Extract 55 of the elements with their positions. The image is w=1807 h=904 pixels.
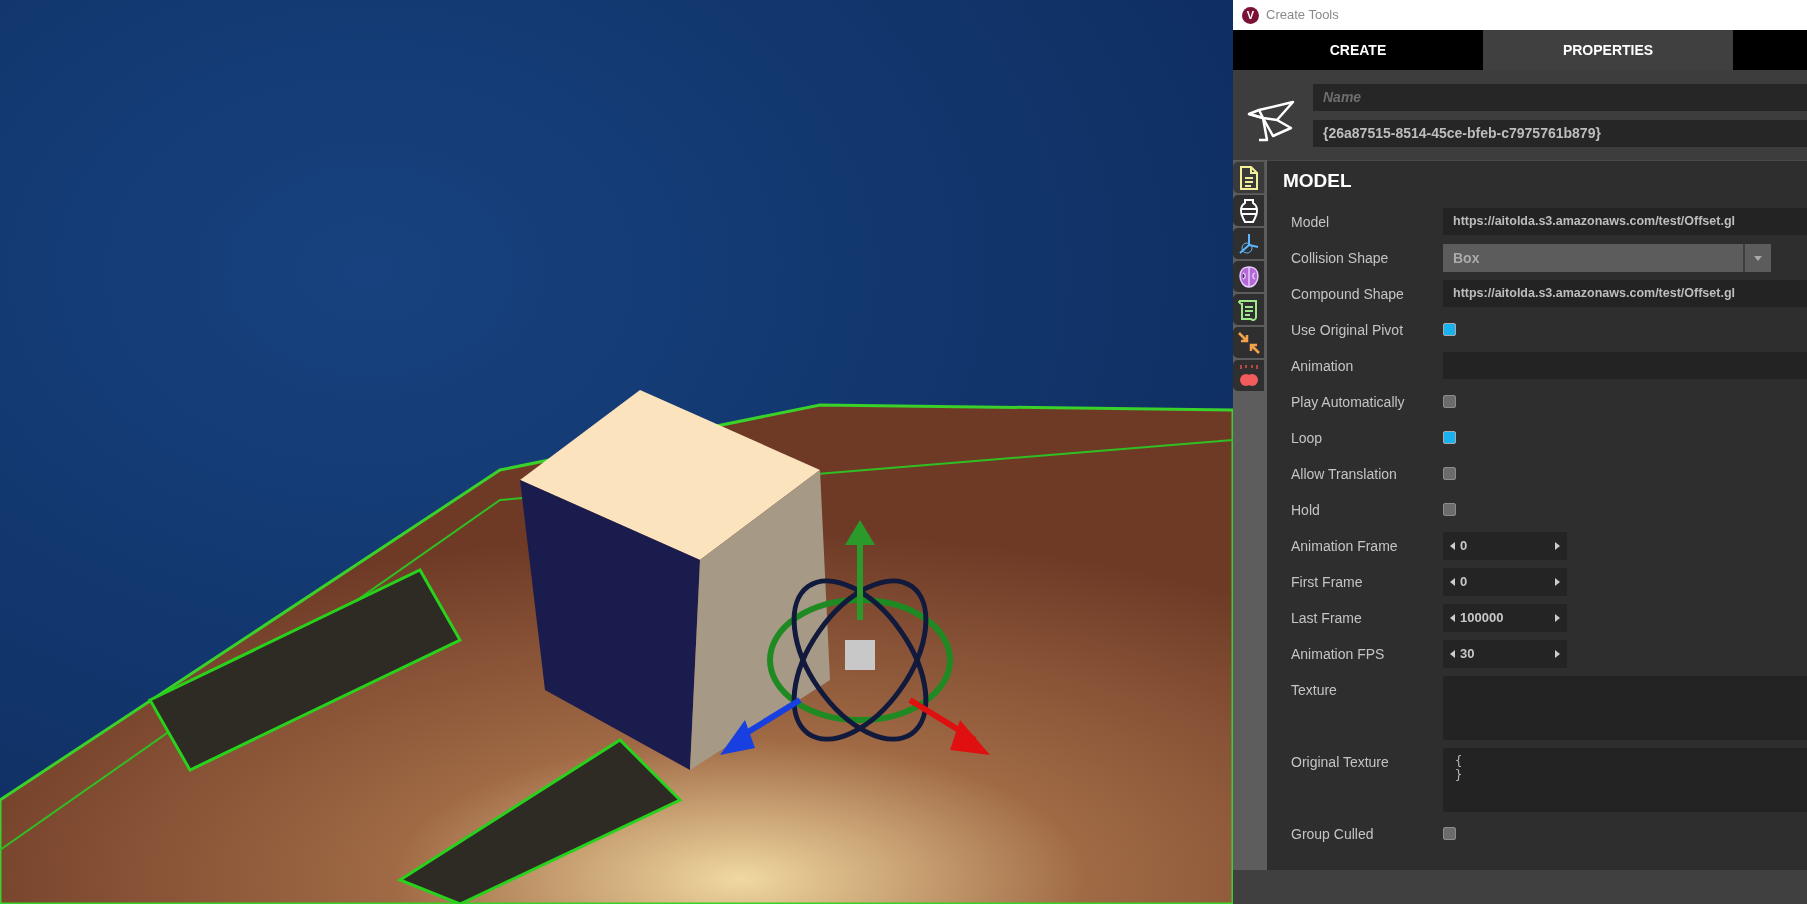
- checkbox[interactable]: [1443, 503, 1456, 516]
- left-arrow-icon: [1449, 541, 1456, 551]
- app-logo: V: [1242, 6, 1259, 24]
- property-label: First Frame: [1290, 573, 1364, 592]
- side-tab[interactable]: [1233, 327, 1264, 358]
- text-field[interactable]: https://aitolda.s3.amazonaws.com/test/Offset.gl: [1443, 280, 1807, 307]
- checkbox[interactable]: [1443, 395, 1456, 408]
- property-label: Play Automatically: [1290, 393, 1406, 412]
- number-field[interactable]: 0: [1443, 532, 1567, 560]
- property-label: Allow Translation: [1290, 465, 1398, 484]
- text-field[interactable]: https://aitolda.s3.amazonaws.com/test/Offset.gl: [1443, 208, 1807, 235]
- left-arrow-icon: [1449, 613, 1456, 623]
- text-area[interactable]: { }: [1443, 748, 1807, 812]
- right-arrow-icon: [1554, 541, 1561, 551]
- right-arrow-icon: [1554, 577, 1561, 587]
- number-field[interactable]: 30: [1443, 640, 1567, 668]
- side-tab[interactable]: [1233, 294, 1264, 325]
- property-label: Loop: [1290, 429, 1324, 448]
- property-label: Hold: [1290, 501, 1321, 520]
- property-label: Compound Shape: [1290, 285, 1405, 304]
- property-label: Texture: [1290, 681, 1338, 700]
- checkbox[interactable]: [1443, 467, 1456, 480]
- left-arrow-icon: [1449, 577, 1456, 587]
- property-label: Original Texture: [1290, 753, 1390, 772]
- number-value: 0: [1459, 573, 1469, 592]
- left-arrow-icon: [1449, 649, 1456, 659]
- property-label: Animation FPS: [1290, 645, 1386, 664]
- arrows-inward-icon: [1235, 329, 1262, 356]
- number-value: 0: [1459, 537, 1469, 556]
- property-label: Animation Frame: [1290, 537, 1399, 556]
- section-title: MODEL: [1283, 169, 1353, 193]
- number-field[interactable]: 0: [1443, 568, 1567, 596]
- property-label: Collision Shape: [1290, 249, 1390, 268]
- window-title: Create Tools: [1266, 6, 1339, 25]
- side-tab[interactable]: [1233, 228, 1264, 259]
- property-label: Animation: [1290, 357, 1355, 376]
- id-field[interactable]: {26a87515-8514-45ce-bfeb-c7975761b879}: [1313, 120, 1807, 147]
- property-label: Model: [1290, 213, 1331, 232]
- number-value: 100000: [1459, 609, 1505, 628]
- property-label: Last Frame: [1290, 609, 1363, 628]
- caret-icon: [1754, 255, 1762, 261]
- right-arrow-icon: [1554, 649, 1561, 659]
- side-tab[interactable]: [1233, 195, 1264, 226]
- property-label: Use Original Pivot: [1290, 321, 1405, 340]
- property-label: Group Culled: [1290, 825, 1375, 844]
- right-arrow-icon: [1554, 613, 1561, 623]
- side-tab[interactable]: [1233, 162, 1264, 193]
- number-value: 30: [1459, 645, 1476, 664]
- side-tab[interactable]: [1233, 261, 1264, 292]
- tab[interactable]: PROPERTIES: [1483, 30, 1733, 70]
- checkbox[interactable]: [1443, 827, 1456, 840]
- checkbox[interactable]: [1443, 323, 1456, 336]
- number-field[interactable]: 100000: [1443, 604, 1567, 632]
- dropdown-button[interactable]: [1743, 244, 1771, 272]
- checkbox[interactable]: [1443, 431, 1456, 444]
